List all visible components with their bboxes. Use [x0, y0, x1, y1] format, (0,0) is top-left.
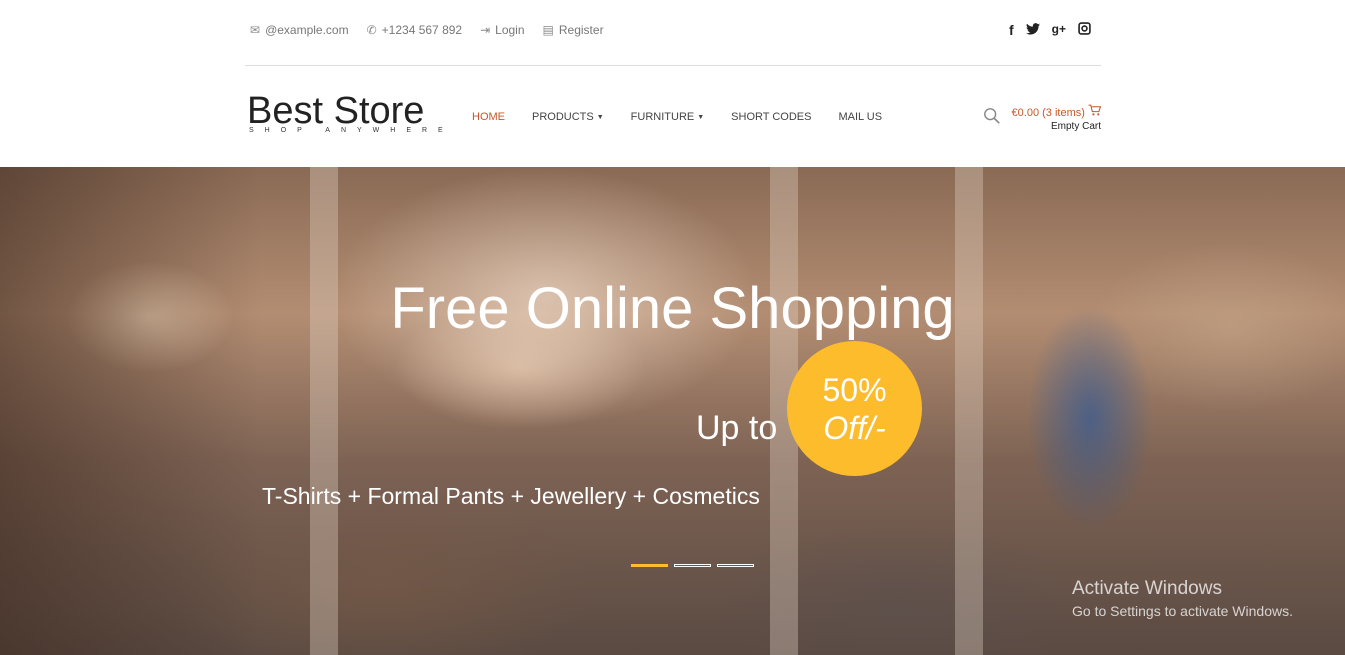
empty-cart-link[interactable]: Empty Cart	[1012, 121, 1101, 132]
hero-background-pillar	[310, 167, 338, 655]
phone-text: +1234 567 892	[381, 23, 463, 37]
watermark-text: Go to Settings to activate Windows.	[1072, 603, 1293, 619]
phone-icon: ✆	[366, 23, 377, 37]
top-bar: ✉ @example.com ✆ +1234 567 892 ⇥ Login ▤…	[245, 0, 1101, 66]
slider-indicators	[631, 564, 754, 567]
hero-subtitle: T-Shirts + Formal Pants + Jewellery + Co…	[262, 483, 760, 509]
discount-percent: 50%	[822, 371, 887, 408]
nav-home[interactable]: HOME	[472, 111, 505, 123]
nav-mail-us-label: MAIL US	[838, 111, 883, 123]
discount-badge: 50% Off/-	[787, 341, 922, 476]
cart-summary[interactable]: €0.00 (3 items) Empty Cart	[1011, 104, 1102, 132]
search-icon[interactable]	[983, 107, 1001, 125]
nav-products[interactable]: PRODUCTS ▼	[532, 111, 604, 123]
cart-total: €0.00 (3 items)	[1011, 107, 1085, 119]
site-header: Best Store SHOP ANYWHERE HOME PRODUCTS ▼ …	[245, 66, 1102, 166]
cart-icon	[1088, 104, 1102, 119]
hero-title-text: Free Online Shopping	[390, 276, 955, 341]
slider-dot-2[interactable]	[674, 564, 711, 567]
nav-short-codes-label: SHORT CODES	[731, 111, 812, 123]
nav-furniture-label: FURNITURE	[630, 111, 695, 123]
hero-slider: Free Online Shopping Up to 50% Off/- T-S…	[0, 167, 1345, 655]
hero-title: Free Online Shopping	[0, 275, 1345, 342]
nav-home-label: HOME	[472, 111, 505, 123]
register-link[interactable]: ▤ Register	[543, 23, 604, 37]
logo-name: Best Store	[247, 90, 425, 132]
facebook-icon[interactable]: f	[1009, 22, 1014, 38]
social-links: f g+	[1009, 22, 1091, 38]
caret-down-icon: ▼	[596, 113, 604, 121]
main-nav: HOME PRODUCTS ▼ FURNITURE ▼ SHORT CODES MA…	[472, 111, 882, 123]
nav-short-codes[interactable]: SHORT CODES	[731, 111, 811, 123]
watermark-heading: Activate Windows	[1072, 578, 1222, 599]
email-text: @example.com	[265, 23, 349, 37]
hero-background-shade	[0, 167, 260, 655]
envelope-icon: ✉	[250, 23, 261, 37]
login-link[interactable]: ⇥ Login	[480, 23, 524, 37]
hero-background-pillar	[955, 167, 983, 655]
register-label: Register	[558, 23, 604, 37]
slider-dot-1[interactable]	[631, 564, 668, 567]
caret-down-icon: ▼	[697, 113, 705, 121]
hero-upto: Up to	[696, 409, 778, 447]
login-icon: ⇥	[480, 23, 491, 37]
slider-dot-3[interactable]	[717, 564, 754, 567]
google-plus-icon[interactable]: g+	[1052, 22, 1066, 38]
activate-windows-watermark: Activate Windows Go to Settings to activ…	[1072, 578, 1293, 619]
email-item[interactable]: ✉ @example.com	[250, 23, 349, 37]
nav-mail-us[interactable]: MAIL US	[838, 111, 882, 123]
nav-products-label: PRODUCTS	[532, 111, 594, 123]
nav-furniture[interactable]: FURNITURE ▼	[631, 111, 705, 123]
discount-off: Off/-	[823, 409, 886, 446]
logo-tagline: SHOP ANYWHERE	[249, 127, 454, 134]
phone-item: ✆ +1234 567 892	[367, 23, 462, 37]
contact-info: ✉ @example.com ✆ +1234 567 892 ⇥ Login ▤…	[250, 23, 604, 37]
register-icon: ▤	[542, 23, 554, 37]
twitter-icon[interactable]	[1025, 22, 1040, 38]
login-label: Login	[495, 23, 525, 37]
logo[interactable]: Best Store SHOP ANYWHERE	[247, 92, 454, 134]
cart-total-row: €0.00 (3 items)	[1011, 104, 1102, 119]
instagram-icon[interactable]	[1078, 22, 1091, 38]
